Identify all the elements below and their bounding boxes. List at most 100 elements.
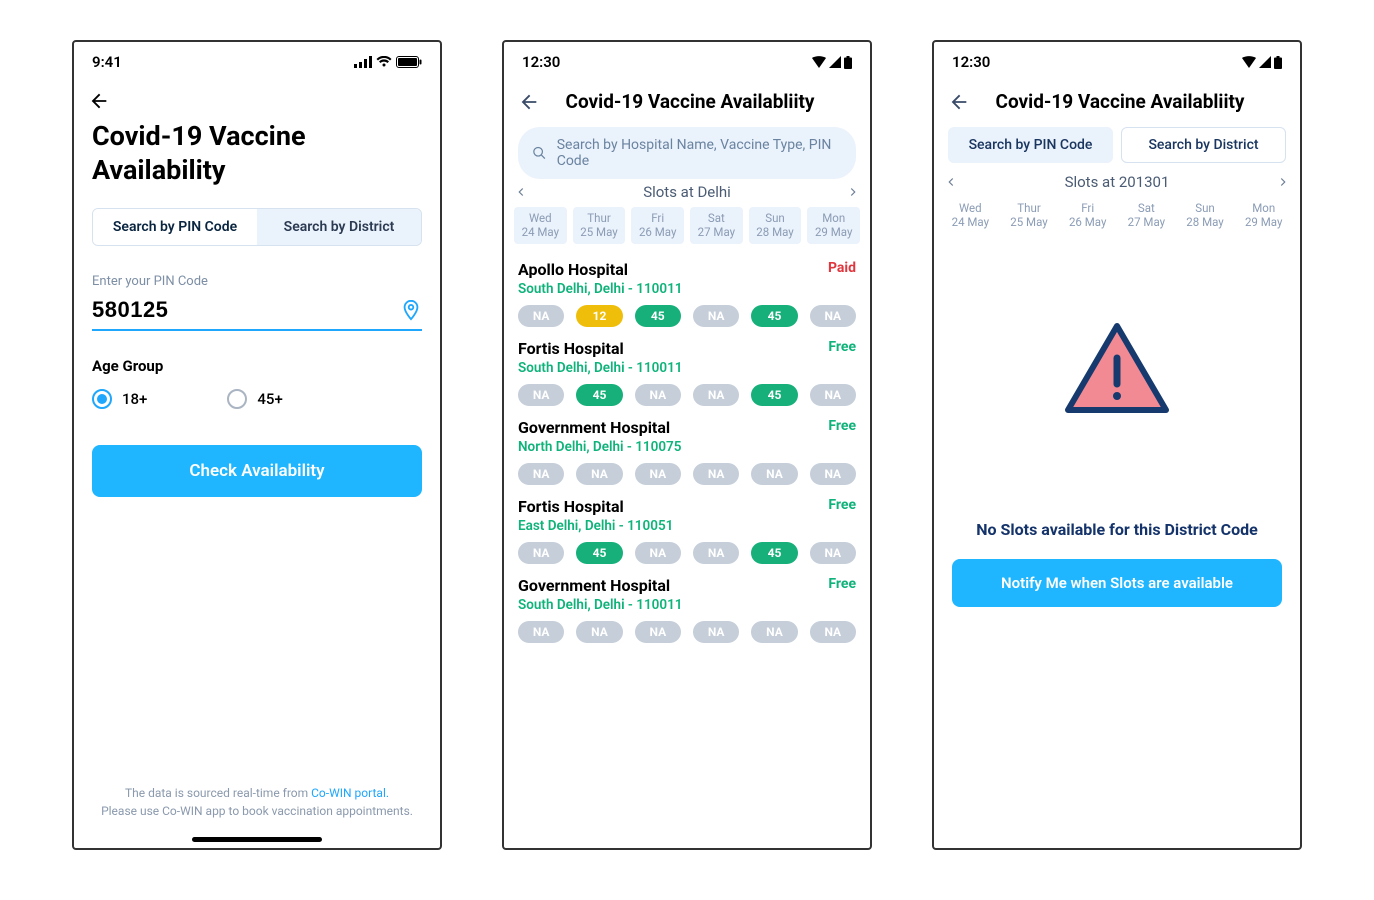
day-chip[interactable]: Sun28 May	[1179, 197, 1232, 234]
hospital-card: Fortis HospitalFreeEast Delhi, Delhi - 1…	[504, 487, 870, 566]
slot-pill[interactable]: NA	[751, 621, 797, 643]
slot-pill[interactable]: NA	[693, 463, 739, 485]
day-chip[interactable]: Mon29 May	[1237, 197, 1290, 234]
day-chip[interactable]: Wed24 May	[944, 197, 997, 234]
status-icons	[812, 56, 852, 69]
slots-location: Slots at Delhi	[528, 183, 846, 201]
slot-row: NA 45 NA NA 45 NA	[518, 542, 856, 564]
slot-pill[interactable]: NA	[810, 305, 856, 327]
slot-pill[interactable]: NA	[751, 463, 797, 485]
hospital-address: East Delhi, Delhi - 110051	[518, 518, 856, 534]
app-bar: Covid-19 Vaccine Availabliity	[504, 82, 870, 121]
slots-header: Slots at Delhi	[504, 179, 870, 203]
day-chip[interactable]: Thur25 May	[1003, 197, 1056, 234]
slot-pill[interactable]: 45	[576, 542, 622, 564]
tab-pin-code[interactable]: Search by PIN Code	[93, 209, 257, 245]
hospital-name: Government Hospital	[518, 418, 670, 437]
slot-pill[interactable]: NA	[693, 621, 739, 643]
phone-screen-search: 9:41 Covid-19 Vaccine Availability Searc…	[72, 40, 442, 850]
cellular-icon	[354, 56, 372, 68]
back-arrow-icon[interactable]	[88, 90, 110, 112]
chevron-right-icon[interactable]	[846, 185, 860, 199]
slot-pill[interactable]: NA	[576, 463, 622, 485]
hospital-address: South Delhi, Delhi - 110011	[518, 360, 856, 376]
slot-pill[interactable]: 45	[751, 384, 797, 406]
hospital-card: Government HospitalFreeSouth Delhi, Delh…	[504, 566, 870, 645]
slot-row: NA NA NA NA NA NA	[518, 463, 856, 485]
day-chip[interactable]: Sat27 May	[1120, 197, 1173, 234]
notify-button[interactable]: Notify Me when Slots are available	[952, 559, 1282, 607]
price-tag: Free	[828, 339, 856, 355]
status-bar: 12:30	[934, 42, 1300, 82]
price-tag: Free	[828, 576, 856, 592]
hospital-address: South Delhi, Delhi - 110011	[518, 597, 856, 613]
tab-pin-code[interactable]: Search by PIN Code	[948, 127, 1113, 163]
slot-pill[interactable]: NA	[693, 384, 739, 406]
slot-pill[interactable]: NA	[518, 463, 564, 485]
empty-state	[934, 240, 1300, 420]
footer-line2: Please use Co-WIN app to book vaccinatio…	[101, 804, 413, 818]
status-bar: 9:41	[74, 42, 440, 82]
battery-icon	[844, 56, 852, 69]
slot-pill[interactable]: 45	[751, 542, 797, 564]
status-time: 9:41	[92, 53, 122, 71]
hospital-card: Apollo HospitalPaidSouth Delhi, Delhi - …	[504, 250, 870, 329]
slot-pill[interactable]: NA	[635, 621, 681, 643]
radio-18plus[interactable]: 18+	[92, 389, 147, 409]
slot-pill[interactable]: NA	[810, 463, 856, 485]
search-placeholder: Search by Hospital Name, Vaccine Type, P…	[557, 137, 842, 169]
chevron-right-icon[interactable]	[1276, 175, 1290, 189]
slot-row: NA 12 45 NA 45 NA	[518, 305, 856, 327]
back-arrow-icon[interactable]	[518, 91, 540, 113]
slot-pill[interactable]: NA	[518, 621, 564, 643]
alert-triangle-icon	[1062, 320, 1172, 420]
slot-pill[interactable]: NA	[810, 384, 856, 406]
tab-district[interactable]: Search by District	[257, 209, 421, 245]
slot-pill[interactable]: 45	[751, 305, 797, 327]
day-chip[interactable]: Fri26 May	[1061, 197, 1114, 234]
hospital-card: Fortis HospitalFreeSouth Delhi, Delhi - …	[504, 329, 870, 408]
radio-label: 18+	[122, 390, 147, 408]
battery-icon	[1274, 56, 1282, 69]
app-bar: Covid-19 Vaccine Availabliity	[934, 82, 1300, 121]
back-arrow-icon[interactable]	[948, 91, 970, 113]
slot-pill[interactable]: 45	[576, 384, 622, 406]
hospital-address: North Delhi, Delhi - 110075	[518, 439, 856, 455]
cellular-icon	[829, 56, 841, 68]
chevron-left-icon[interactable]	[514, 185, 528, 199]
radio-45plus[interactable]: 45+	[227, 389, 282, 409]
slot-pill[interactable]: NA	[518, 542, 564, 564]
wifi-icon	[812, 56, 826, 68]
hospital-address: South Delhi, Delhi - 110011	[518, 281, 856, 297]
slot-pill[interactable]: 12	[576, 305, 622, 327]
slots-header: Slots at 201301	[934, 169, 1300, 193]
tab-district[interactable]: Search by District	[1121, 127, 1286, 163]
hospital-name: Apollo Hospital	[518, 260, 628, 279]
slot-pill[interactable]: NA	[635, 542, 681, 564]
day-chip[interactable]: Wed24 May	[514, 207, 567, 244]
search-input[interactable]: Search by Hospital Name, Vaccine Type, P…	[518, 127, 856, 179]
slot-pill[interactable]: NA	[693, 305, 739, 327]
day-chip[interactable]: Sat27 May	[690, 207, 743, 244]
page-title: Covid-19 Vaccine Availabliity	[984, 90, 1286, 113]
cowin-link[interactable]: Co-WIN portal.	[311, 786, 389, 800]
location-pin-icon[interactable]	[400, 299, 422, 321]
slot-pill[interactable]: NA	[635, 463, 681, 485]
slot-pill[interactable]: NA	[635, 384, 681, 406]
slot-pill[interactable]: 45	[635, 305, 681, 327]
no-slots-message: No Slots available for this District Cod…	[934, 520, 1300, 539]
day-chip[interactable]: Thur25 May	[573, 207, 626, 244]
slot-pill[interactable]: NA	[810, 621, 856, 643]
day-chip[interactable]: Sun28 May	[749, 207, 802, 244]
slot-pill[interactable]: NA	[518, 305, 564, 327]
day-chip[interactable]: Mon29 May	[807, 207, 860, 244]
slot-pill[interactable]: NA	[576, 621, 622, 643]
slot-pill[interactable]: NA	[518, 384, 564, 406]
day-chip[interactable]: Fri26 May	[631, 207, 684, 244]
chevron-left-icon[interactable]	[944, 175, 958, 189]
pin-input[interactable]	[92, 297, 400, 323]
wifi-icon	[1242, 56, 1256, 68]
check-availability-button[interactable]: Check Availability	[92, 445, 422, 497]
slot-pill[interactable]: NA	[810, 542, 856, 564]
slot-pill[interactable]: NA	[693, 542, 739, 564]
